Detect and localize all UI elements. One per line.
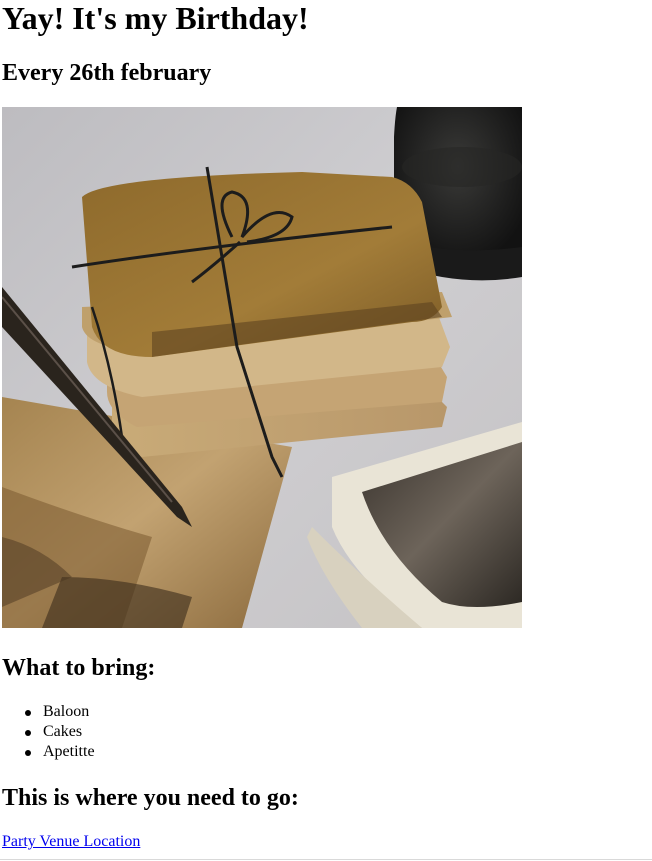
list-item: Baloon xyxy=(23,702,95,722)
list-item: Apetitte xyxy=(23,742,95,762)
list-item: Cakes xyxy=(23,722,95,742)
venue-location-link[interactable]: Party Venue Location xyxy=(2,832,140,852)
list-item-label: Apetitte xyxy=(43,743,95,760)
bullet-icon xyxy=(25,730,31,736)
page-subtitle: Every 26th february xyxy=(2,60,212,86)
bullet-icon xyxy=(25,750,31,756)
page: Yay! It's my Birthday! Every 26th februa… xyxy=(0,0,652,861)
divider xyxy=(0,859,652,860)
bring-heading: What to bring: xyxy=(2,655,156,681)
list-item-label: Baloon xyxy=(43,703,90,720)
page-title: Yay! It's my Birthday! xyxy=(2,0,309,36)
bullet-icon xyxy=(25,710,31,716)
location-heading: This is where you need to go: xyxy=(2,785,299,811)
bring-list: Baloon Cakes Apetitte xyxy=(23,702,95,762)
list-item-label: Cakes xyxy=(43,723,83,740)
letters-photo xyxy=(2,107,522,628)
